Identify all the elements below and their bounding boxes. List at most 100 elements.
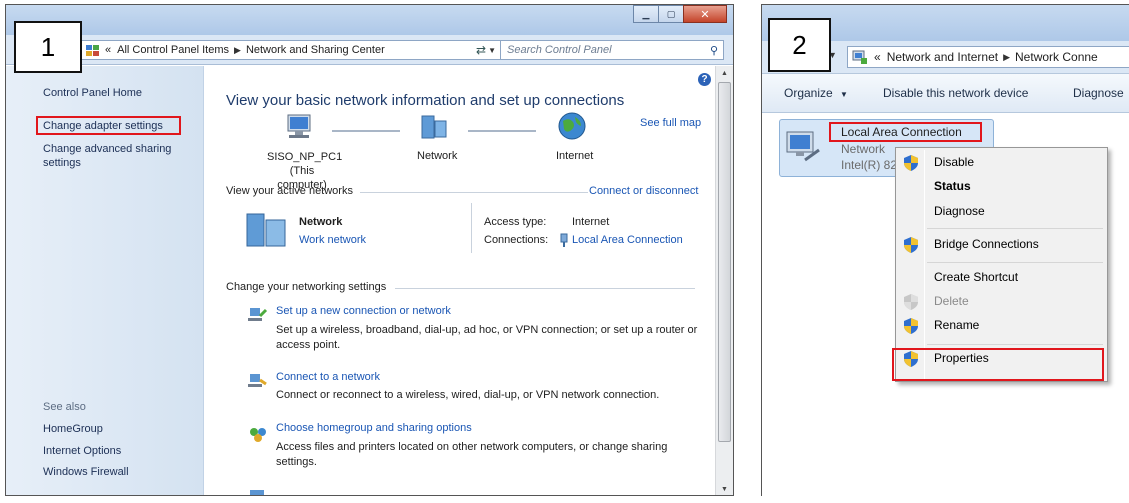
sidebar-control-panel-home[interactable]: Control Panel Home: [43, 86, 142, 100]
sidebar-change-adapter-settings[interactable]: Change adapter settings: [43, 119, 163, 133]
breadcrumb-network-sharing[interactable]: Network and Sharing Center: [246, 44, 385, 56]
menu-separator: [927, 344, 1103, 345]
step-label-1: 1: [14, 21, 82, 73]
disable-device-button[interactable]: Disable this network device: [883, 86, 1028, 100]
context-menu-item[interactable]: Create Shortcut: [896, 267, 1107, 289]
setup-connection-desc-line2: access point.: [276, 339, 341, 351]
map-link-line: [332, 130, 400, 132]
vertical-scrollbar[interactable]: ▲ ▼: [715, 66, 733, 495]
active-networks-label: View your active networks: [226, 185, 353, 197]
local-area-connection-link[interactable]: Local Area Connection: [572, 234, 683, 246]
see-also-label: See also: [43, 401, 86, 413]
sidebar-windows-firewall[interactable]: Windows Firewall: [43, 465, 129, 479]
map-network-label: Network: [417, 150, 458, 162]
close-button[interactable]: ✕: [683, 5, 727, 23]
minimize-button[interactable]: ▁: [633, 5, 659, 23]
section-divider: [360, 192, 588, 193]
network-type-link[interactable]: Work network: [299, 234, 366, 246]
sidebar-internet-options[interactable]: Internet Options: [43, 444, 121, 458]
network-icon: [421, 115, 447, 139]
access-type-value: Internet: [572, 216, 610, 228]
context-menu-item[interactable]: Bridge Connections: [896, 234, 1107, 256]
map-link-line: [468, 130, 536, 132]
address-back-chevron: «: [105, 44, 112, 56]
internet-globe-icon: [558, 112, 586, 140]
command-toolbar: Organize ▼ Disable this network device D…: [762, 73, 1129, 113]
address-back-chevron: «: [874, 50, 881, 64]
change-settings-label: Change your networking settings: [226, 281, 387, 293]
context-menu-item-label: Diagnose: [934, 204, 985, 218]
menu-separator: [927, 262, 1103, 263]
context-menu-item-label: Disable: [934, 155, 975, 169]
connections-label: Connections:: [484, 234, 549, 246]
context-menu-item[interactable]: Status: [896, 176, 1107, 198]
homegroup-icon: [250, 428, 266, 442]
breadcrumb-network-connections[interactable]: Network Conne: [1015, 50, 1098, 64]
sidebar: Control Panel Home Change adapter settin…: [6, 66, 204, 495]
title-bar: ▁ ▢ ✕: [6, 5, 733, 35]
sidebar-change-advanced-sharing[interactable]: Change advanced sharing settings: [43, 142, 183, 170]
context-menu-item[interactable]: Disable: [896, 152, 1107, 174]
organize-label: Organize: [784, 86, 833, 100]
context-menu-item-label: Rename: [934, 318, 980, 332]
organize-dropdown-icon: ▼: [840, 90, 848, 99]
context-menu-item-label: Status: [934, 179, 971, 193]
network-folder-icon: [852, 50, 867, 64]
highlight-properties: [892, 348, 1104, 381]
context-menu-item-label: Bridge Connections: [934, 237, 1039, 251]
diagnose-button[interactable]: Diagnose: [1073, 86, 1124, 100]
search-placeholder: Search Control Panel: [507, 44, 612, 56]
address-bar: « All Control Panel Items ▶ Network and …: [6, 35, 733, 65]
network-sharing-center-window: ▁ ▢ ✕ « All Control Panel Items ▶ Networ…: [5, 4, 734, 496]
breadcrumb-arrow-icon: ▶: [234, 44, 241, 55]
uac-shield-icon: [904, 237, 918, 253]
active-network-name: Network: [299, 216, 343, 228]
connection-plug-icon: [560, 233, 568, 247]
context-menu-item-label: Create Shortcut: [934, 270, 1019, 284]
maximize-button[interactable]: ▢: [658, 5, 684, 23]
breadcrumb-network-internet[interactable]: Network and Internet: [887, 50, 998, 64]
connect-network-icon: [248, 374, 267, 387]
breadcrumb-arrow-icon: ▶: [1003, 51, 1011, 62]
main-content: ? View your basic network information an…: [205, 66, 713, 495]
uac-shield-icon: [904, 155, 918, 171]
computer-name-text: SISO_NP_PC1: [267, 151, 343, 163]
address-field[interactable]: « Network and Internet ▶ Network Conne: [847, 46, 1129, 68]
context-menu-item: Delete: [896, 291, 1107, 313]
breadcrumb-all-control-panel[interactable]: All Control Panel Items: [117, 44, 229, 56]
search-icon[interactable]: ⚲: [710, 44, 718, 57]
section-divider-vertical: [471, 203, 472, 253]
refresh-button[interactable]: ⇄: [470, 40, 492, 60]
troubleshoot-icon: [250, 490, 264, 495]
scrollbar-thumb[interactable]: [718, 82, 731, 442]
homegroup-desc-line2: settings.: [276, 456, 317, 468]
connections-list: Local Area Connection Network Intel(R) 8…: [762, 114, 1129, 496]
address-field[interactable]: « All Control Panel Items ▶ Network and …: [81, 40, 501, 60]
connect-disconnect-link[interactable]: Connect or disconnect: [589, 185, 698, 197]
menu-separator: [927, 228, 1103, 229]
context-menu-item[interactable]: Diagnose: [896, 201, 1107, 223]
search-input[interactable]: Search Control Panel ⚲: [500, 40, 724, 60]
organize-menu[interactable]: Organize ▼: [784, 86, 848, 100]
see-full-map-link[interactable]: See full map: [640, 117, 701, 129]
scroll-up-icon[interactable]: ▲: [716, 66, 733, 81]
homegroup-desc-line1: Access files and printers located on oth…: [276, 441, 668, 453]
help-icon[interactable]: ?: [698, 73, 711, 86]
connect-network-link[interactable]: Connect to a network: [276, 371, 380, 383]
minimize-icon: ▁: [642, 8, 650, 19]
scroll-down-icon[interactable]: ▼: [716, 482, 733, 495]
refresh-icon: ⇄: [475, 43, 487, 57]
close-icon: ✕: [700, 8, 710, 21]
map-internet-label: Internet: [556, 150, 594, 162]
step-label-2: 2: [768, 18, 831, 72]
homegroup-sharing-link[interactable]: Choose homegroup and sharing options: [276, 422, 472, 434]
context-menu-item[interactable]: Rename: [896, 315, 1107, 337]
setup-connection-desc: Set up a wireless, broadband, dial-up, a…: [276, 323, 697, 353]
uac-shield-icon: [904, 294, 918, 310]
page-title: View your basic network information and …: [226, 92, 625, 109]
context-menu-item-label: Delete: [934, 294, 969, 308]
new-connection-icon: [248, 308, 268, 321]
setup-connection-link[interactable]: Set up a new connection or network: [276, 305, 451, 317]
adapter-name: Local Area Connection: [841, 125, 962, 139]
sidebar-homegroup[interactable]: HomeGroup: [43, 422, 103, 436]
